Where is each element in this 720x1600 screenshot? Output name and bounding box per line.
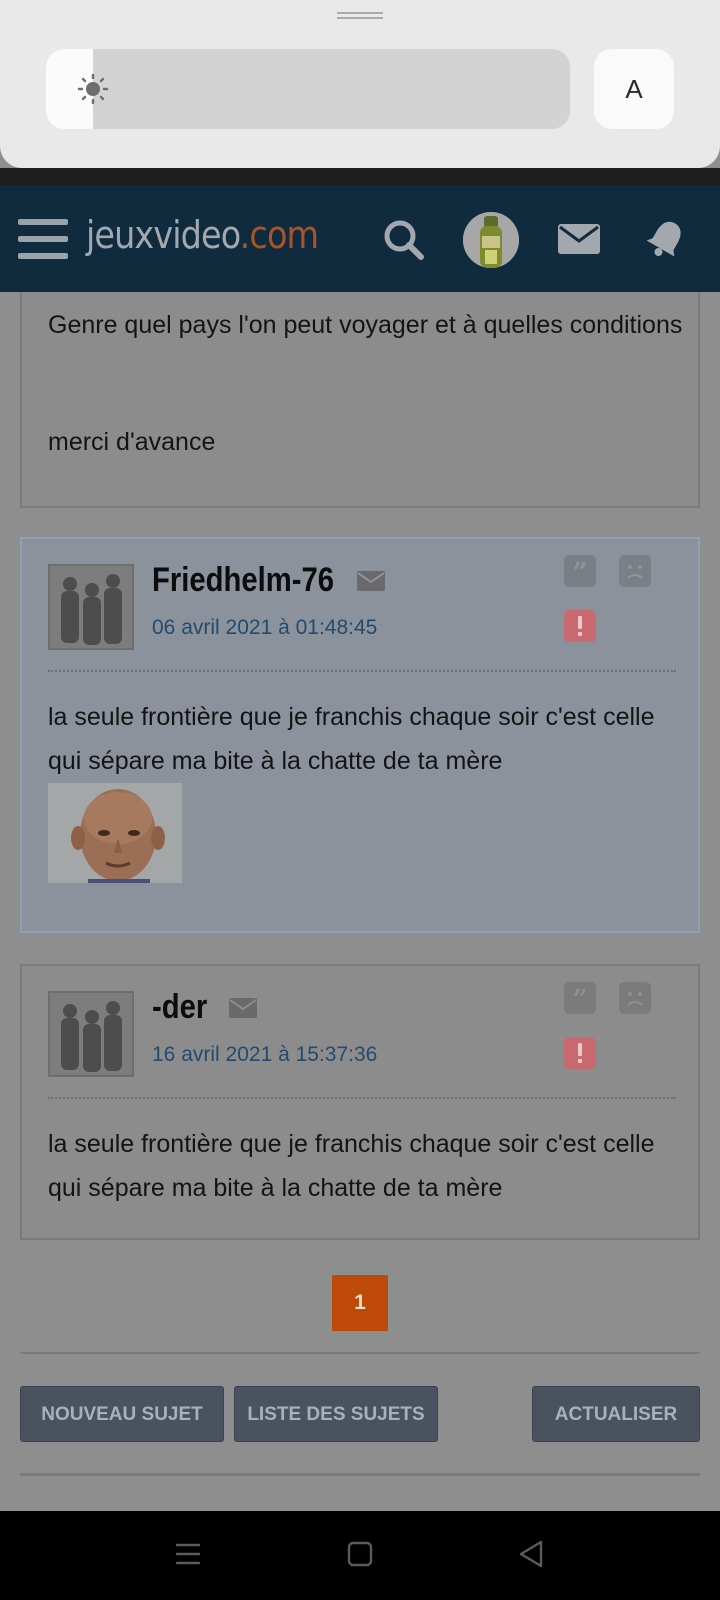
report-icon[interactable] bbox=[564, 1037, 596, 1069]
avatar-bottle-picture bbox=[463, 212, 519, 268]
svg-text:”: ” bbox=[573, 985, 588, 1014]
topic-content: Genre quel pays l'on peut voyager et à q… bbox=[0, 284, 720, 1511]
home-icon[interactable] bbox=[347, 1541, 373, 1567]
drag-handle[interactable] bbox=[337, 12, 383, 19]
forum-post: Friedhelm-76 06 avril 2021 à 01:48:45 ” … bbox=[20, 537, 700, 933]
logo-tld: .com bbox=[239, 213, 319, 257]
navigation-bar bbox=[0, 1511, 720, 1600]
font-size-button[interactable]: A bbox=[594, 49, 674, 129]
svg-text:”: ” bbox=[573, 558, 588, 587]
topic-list-button[interactable]: LISTE DES SUJETS bbox=[234, 1386, 438, 1442]
back-icon[interactable] bbox=[517, 1539, 545, 1569]
post-image[interactable] bbox=[48, 783, 182, 883]
post-divider bbox=[48, 1097, 676, 1099]
divider bbox=[20, 1473, 700, 1476]
post-author[interactable]: Friedhelm-76 bbox=[152, 561, 334, 600]
post-body: Genre quel pays l'on peut voyager et à q… bbox=[48, 311, 683, 339]
site-logo[interactable]: jeuxvideo.com bbox=[86, 213, 319, 257]
mail-icon[interactable] bbox=[356, 570, 386, 592]
post-body: la seule frontière que je franchis chaqu… bbox=[48, 703, 655, 775]
quote-icon[interactable]: ” bbox=[564, 555, 596, 587]
post-author[interactable]: -der bbox=[152, 988, 207, 1027]
post-body: la seule frontière que je franchis chaqu… bbox=[48, 1130, 655, 1202]
site-header: jeuxvideo.com bbox=[0, 185, 720, 292]
status-strip bbox=[0, 168, 720, 185]
author-avatar[interactable] bbox=[48, 991, 134, 1077]
user-avatar[interactable] bbox=[463, 212, 519, 268]
forum-post: -der 16 avril 2021 à 15:37:36 ” la seule… bbox=[20, 964, 700, 1240]
report-icon[interactable] bbox=[564, 610, 596, 642]
logo-main: jeuxvideo bbox=[86, 213, 241, 257]
post-date[interactable]: 16 avril 2021 à 15:37:36 bbox=[152, 1043, 377, 1067]
post-date[interactable]: 06 avril 2021 à 01:48:45 bbox=[152, 616, 377, 640]
hamburger-menu-icon[interactable] bbox=[18, 219, 68, 259]
search-icon[interactable] bbox=[382, 218, 426, 262]
quote-icon[interactable]: ” bbox=[564, 982, 596, 1014]
mail-icon[interactable] bbox=[228, 997, 258, 1019]
bald-man-face-image bbox=[48, 783, 182, 883]
refresh-button[interactable]: ACTUALISER bbox=[532, 1386, 700, 1442]
post-body-line: merci d'avance bbox=[48, 428, 216, 456]
mail-icon[interactable] bbox=[557, 223, 601, 255]
recent-apps-icon[interactable] bbox=[175, 1541, 201, 1567]
avatar-silhouettes-image bbox=[50, 566, 132, 648]
quick-settings-panel: A bbox=[0, 0, 720, 168]
forum-post: Genre quel pays l'on peut voyager et à q… bbox=[20, 284, 700, 508]
brightness-slider[interactable] bbox=[46, 49, 570, 129]
sad-face-icon[interactable] bbox=[619, 982, 651, 1014]
sun-icon bbox=[77, 73, 109, 105]
sad-face-icon[interactable] bbox=[619, 555, 651, 587]
post-divider bbox=[48, 670, 676, 672]
bell-icon[interactable] bbox=[646, 217, 686, 261]
avatar-silhouettes-image bbox=[50, 993, 132, 1075]
page-1-button[interactable]: 1 bbox=[332, 1275, 388, 1331]
divider bbox=[20, 1352, 700, 1354]
new-topic-button[interactable]: NOUVEAU SUJET bbox=[20, 1386, 224, 1442]
author-avatar[interactable] bbox=[48, 564, 134, 650]
